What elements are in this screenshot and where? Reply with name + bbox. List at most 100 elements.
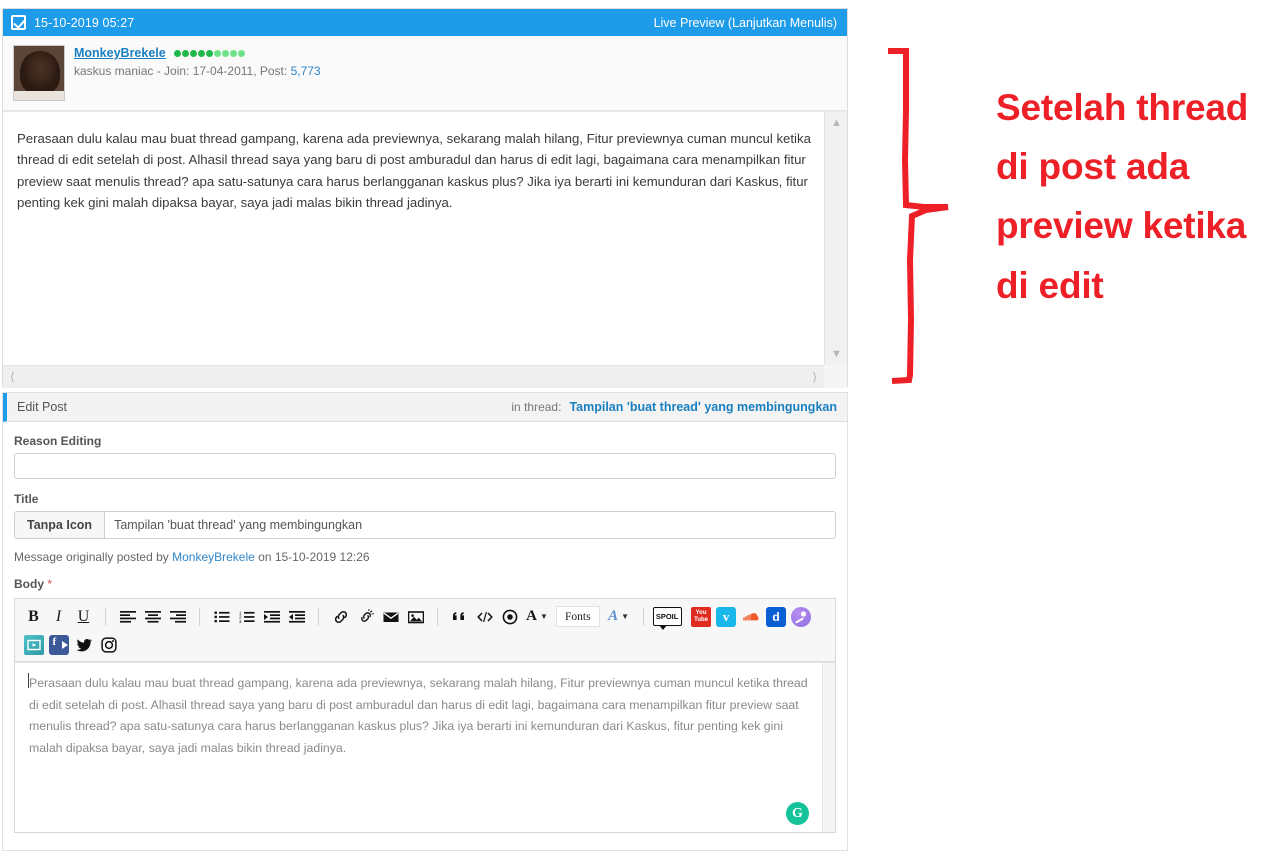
- original-note-suffix: on 15-10-2019 12:26: [254, 550, 370, 564]
- align-center-icon[interactable]: [140, 605, 165, 628]
- grammarly-icon[interactable]: G: [786, 802, 809, 825]
- edit-post-panel: Edit Post in thread: Tampilan 'buat thre…: [2, 392, 848, 851]
- title-input[interactable]: [104, 511, 836, 539]
- editor-vertical-scrollbar[interactable]: [822, 663, 835, 832]
- reason-editing-input[interactable]: [14, 453, 836, 479]
- editor-toolbar: B I U 1 2 3 A ▼ Fonts A ▼ SPOIL You Tube v d f: [15, 599, 835, 662]
- preview-header-left: 15-10-2019 05:27: [11, 15, 134, 30]
- toolbar-separator: [318, 607, 319, 626]
- required-asterisk: *: [47, 577, 53, 591]
- live-preview-panel: 15-10-2019 05:27 Live Preview (Lanjutkan…: [2, 8, 848, 388]
- reputation-dot: [205, 49, 213, 57]
- target-icon[interactable]: [497, 605, 522, 628]
- toolbar-separator: [437, 607, 438, 626]
- youtube-icon[interactable]: You Tube: [689, 605, 714, 628]
- thread-title-link[interactable]: Tampilan 'buat thread' yang membingungka…: [569, 400, 837, 414]
- edit-post-header: Edit Post in thread: Tampilan 'buat thre…: [3, 393, 847, 422]
- live-preview-header: 15-10-2019 05:27 Live Preview (Lanjutkan…: [3, 9, 847, 36]
- preview-body-wrapper: Perasaan dulu kalau mau buat thread gamp…: [3, 111, 847, 388]
- poster-meta-line: kaskus maniac - Join: 17-04-2011, Post: …: [74, 64, 321, 78]
- poster-meta: MonkeyBrekele kaskus maniac - Join: 17-0…: [74, 45, 321, 100]
- rich-text-editor: B I U 1 2 3 A ▼ Fonts A ▼ SPOIL You Tube v d f Perasaan…: [14, 598, 836, 833]
- vimeo-icon[interactable]: v: [714, 605, 739, 628]
- avatar-shirt: [14, 91, 64, 100]
- insert-image-icon[interactable]: [403, 605, 428, 628]
- thread-icon-select[interactable]: Tanpa Icon: [14, 511, 105, 539]
- bold-icon[interactable]: B: [21, 605, 46, 628]
- edit-post-heading: Edit Post: [17, 400, 68, 414]
- chevron-up-icon[interactable]: ▲: [825, 114, 848, 132]
- bullet-list-icon[interactable]: [209, 605, 234, 628]
- preview-message-text: Perasaan dulu kalau mau buat thread gamp…: [17, 131, 811, 211]
- remove-link-icon[interactable]: [353, 605, 378, 628]
- align-right-icon[interactable]: [165, 605, 190, 628]
- chevron-down-icon[interactable]: ▼: [825, 345, 848, 363]
- original-author-link[interactable]: MonkeyBrekele: [172, 550, 255, 564]
- live-preview-toggle-link[interactable]: Live Preview (Lanjutkan Menulis): [654, 16, 837, 30]
- reputation-dot: [181, 49, 189, 57]
- annotation-text: Setelah thread di post ada preview ketik…: [996, 87, 1249, 306]
- poster-name-row: MonkeyBrekele: [74, 46, 321, 60]
- numbered-list-icon[interactable]: 123: [234, 605, 259, 628]
- fonts-dropdown[interactable]: Fonts: [556, 606, 600, 627]
- toolbar-row-2: f: [21, 632, 829, 657]
- reputation-dot: [221, 49, 229, 57]
- avatar-face: [20, 51, 60, 95]
- anchor-podcast-icon[interactable]: [789, 605, 814, 628]
- preview-vertical-scrollbar[interactable]: ▲ ▼: [824, 112, 847, 365]
- italic-icon[interactable]: I: [46, 605, 71, 628]
- code-icon[interactable]: [472, 605, 497, 628]
- scrollbar-corner: [824, 365, 847, 388]
- instagram-icon[interactable]: [96, 633, 121, 656]
- original-post-note: Message originally posted by MonkeyBreke…: [14, 550, 836, 564]
- reason-editing-label: Reason Editing: [14, 434, 102, 448]
- poster-post-count-link[interactable]: 5,773: [291, 64, 321, 78]
- toolbar-row-1: B I U 1 2 3 A ▼ Fonts A ▼ SPOIL You Tube v d: [21, 604, 829, 630]
- forum-app-column: 15-10-2019 05:27 Live Preview (Lanjutkan…: [0, 0, 850, 853]
- checkbox-checked-icon[interactable]: [11, 15, 26, 30]
- indent-increase-icon[interactable]: [259, 605, 284, 628]
- reputation-dot: [189, 49, 197, 57]
- video-embed-icon[interactable]: [21, 633, 46, 656]
- align-left-icon[interactable]: [115, 605, 140, 628]
- preview-horizontal-scrollbar[interactable]: ⟨ ⟩: [3, 365, 824, 388]
- original-note-prefix: Message originally posted by: [14, 550, 173, 564]
- body-label: Body *: [14, 577, 836, 591]
- svg-text:3: 3: [239, 618, 242, 623]
- reputation-dot: [237, 49, 245, 57]
- editor-body-area[interactable]: Perasaan dulu kalau mau buat thread gamp…: [15, 662, 835, 832]
- toolbar-separator: [199, 607, 200, 626]
- reputation-dot: [197, 49, 205, 57]
- toolbar-separator: [642, 607, 644, 626]
- avatar[interactable]: [13, 45, 65, 101]
- email-icon[interactable]: [378, 605, 403, 628]
- indent-decrease-icon[interactable]: [284, 605, 309, 628]
- quote-icon[interactable]: [447, 605, 472, 628]
- screenshot-root: 15-10-2019 05:27 Live Preview (Lanjutkan…: [0, 0, 1280, 853]
- title-row: Tanpa Icon: [14, 511, 836, 539]
- chevron-right-icon[interactable]: ⟩: [812, 370, 817, 384]
- reputation-dot: [229, 49, 237, 57]
- title-label: Title: [14, 492, 39, 506]
- toolbar-separator: [105, 607, 106, 626]
- chevron-left-icon[interactable]: ⟨: [10, 370, 15, 384]
- twitter-icon[interactable]: [71, 633, 96, 656]
- poster-username-link[interactable]: MonkeyBrekele: [74, 46, 166, 60]
- spoiler-icon[interactable]: SPOIL: [652, 607, 682, 630]
- dailymotion-icon[interactable]: d: [764, 605, 789, 628]
- reputation-dot: [173, 49, 181, 57]
- editor-body-text[interactable]: Perasaan dulu kalau mau buat thread gamp…: [15, 663, 821, 832]
- reputation-dots: [173, 49, 245, 57]
- annotation-layer: Setelah thread di post ada preview ketik…: [850, 0, 1280, 853]
- in-thread-group: in thread: Tampilan 'buat thread' yang m…: [511, 400, 837, 414]
- poster-meta-prefix: kaskus maniac - Join: 17-04-2011, Post:: [74, 64, 291, 78]
- reputation-dot: [213, 49, 221, 57]
- soundcloud-icon[interactable]: [739, 605, 764, 628]
- text-color-icon[interactable]: A ▼: [522, 605, 552, 628]
- body-label-text: Body: [14, 577, 44, 591]
- insert-link-icon[interactable]: [328, 605, 353, 628]
- underline-icon[interactable]: U: [71, 605, 96, 628]
- post-timestamp: 15-10-2019 05:27: [34, 15, 135, 30]
- font-size-icon[interactable]: A ▼: [604, 605, 634, 628]
- facebook-video-icon[interactable]: f: [46, 633, 71, 656]
